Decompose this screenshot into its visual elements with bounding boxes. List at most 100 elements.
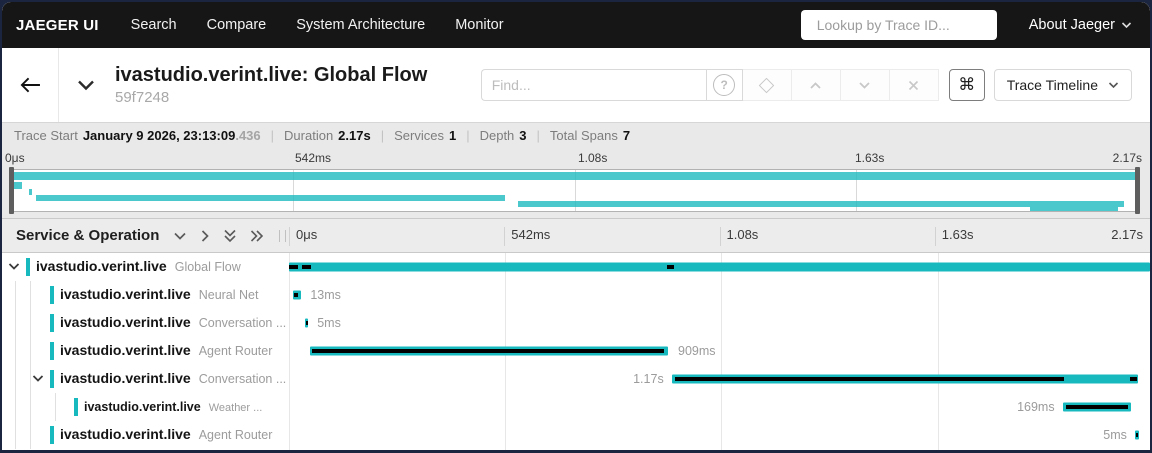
- ruler-tick: 1.63s: [855, 151, 884, 165]
- ruler-tick: 2.17s: [1113, 151, 1142, 165]
- trace-start-fraction: .436: [235, 128, 260, 143]
- span-name-cell[interactable]: ivastudio.verint.live Global Flow: [2, 253, 289, 281]
- span-color-bar: [74, 398, 78, 416]
- timeline-tick: 1.08s: [720, 227, 759, 246]
- trace-lookup-input[interactable]: [815, 16, 1000, 34]
- collapse-one-level-button[interactable]: [173, 231, 187, 241]
- span-duration-label: 909ms: [678, 344, 716, 358]
- focus-span-button[interactable]: [743, 69, 792, 101]
- span-operation-name: Conversation ...: [199, 372, 287, 386]
- span-table-header: Service & Operation 0μs 542ms 1.08s 1.63…: [2, 218, 1150, 253]
- diamond-icon: [759, 77, 775, 93]
- span-operation-name: Weather ...: [209, 402, 263, 414]
- span-service-name: ivastudio.verint.live: [36, 258, 167, 274]
- span-color-bar: [50, 286, 54, 304]
- span-rows: ivastudio.verint.liveGlobal Flowivastudi…: [2, 253, 1150, 450]
- span-name-cell[interactable]: ivastudio.verint.live Agent Router: [2, 421, 289, 449]
- span-duration-label: 5ms: [1103, 428, 1127, 442]
- trace-minimap[interactable]: [10, 169, 1139, 212]
- span-service-name: ivastudio.verint.live: [60, 314, 191, 330]
- span-operation-name: Agent Router: [199, 344, 273, 358]
- help-icon: ?: [713, 74, 735, 96]
- trace-title-bar: ivastudio.verint.live: Global Flow 59f72…: [2, 48, 1150, 122]
- span-operation-name: Global Flow: [175, 260, 241, 274]
- find-toolbar: ? ⌘ Trace Timeline: [481, 69, 1132, 101]
- trace-title: ivastudio.verint.live: Global Flow: [115, 64, 427, 87]
- minimap-span-bar: [36, 195, 505, 201]
- expand-all-button[interactable]: [250, 229, 264, 243]
- back-arrow-icon: [20, 76, 41, 94]
- span-duration-label: 13ms: [310, 288, 341, 302]
- double-chevron-right-icon: [250, 229, 264, 243]
- collapse-all-button[interactable]: [223, 229, 237, 243]
- keyboard-shortcuts-button[interactable]: ⌘: [949, 69, 985, 101]
- trace-view-select[interactable]: Trace Timeline: [994, 69, 1132, 101]
- nav-link-search[interactable]: Search: [131, 17, 177, 33]
- span-bar[interactable]: [289, 263, 1150, 272]
- critical-path-segment: [1136, 433, 1138, 437]
- service-operation-title: Service & Operation: [16, 227, 159, 244]
- span-color-bar: [50, 426, 54, 444]
- double-chevron-down-icon: [223, 229, 237, 243]
- span-row[interactable]: ivastudio.verint.liveNeural Net 13ms: [2, 281, 1150, 309]
- command-icon: ⌘: [958, 75, 975, 95]
- span-operation-name: Conversation ...: [199, 316, 287, 330]
- nav-link-monitor[interactable]: Monitor: [455, 17, 503, 33]
- span-row[interactable]: ivastudio.verint.liveAgent Router 909ms: [2, 337, 1150, 365]
- critical-path-segment: [294, 293, 298, 297]
- trace-start-label: Trace Start: [14, 128, 78, 143]
- minimap-left-drag-handle[interactable]: [9, 167, 14, 214]
- critical-path-segment: [289, 265, 298, 269]
- timeline-tick: 2.17s: [1111, 227, 1143, 242]
- span-row[interactable]: ivastudio.verint.liveWeather ...169ms: [2, 393, 1150, 421]
- span-operation-name: Agent Router: [199, 428, 273, 442]
- collapse-trace-header-button[interactable]: [59, 48, 113, 122]
- total-spans-value: 7: [623, 128, 630, 143]
- depth-label: Depth: [480, 128, 515, 143]
- span-timeline-track: 1.17s: [289, 365, 1150, 393]
- minimap-span-bar: [11, 172, 1138, 180]
- ruler-tick: 542ms: [295, 151, 331, 165]
- span-color-bar: [50, 342, 54, 360]
- nav-link-system-architecture[interactable]: System Architecture: [296, 17, 425, 33]
- span-expander-icon[interactable]: [32, 375, 44, 384]
- span-name-cell[interactable]: ivastudio.verint.liveNeural Net: [2, 281, 289, 309]
- span-name-cell[interactable]: ivastudio.verint.liveWeather ...: [2, 393, 289, 421]
- prev-result-button[interactable]: [792, 69, 841, 101]
- about-jaeger-menu[interactable]: About Jaeger: [1029, 17, 1132, 33]
- chevron-down-icon: [1121, 21, 1132, 29]
- minimap-span-bar: [14, 182, 22, 189]
- span-name-cell[interactable]: ivastudio.verint.live Conversation ...: [2, 309, 289, 337]
- span-row[interactable]: ivastudio.verint.live Agent Router 5ms: [2, 421, 1150, 449]
- span-name-cell[interactable]: ivastudio.verint.liveAgent Router: [2, 337, 289, 365]
- depth-value: 3: [519, 128, 526, 143]
- timeline-tick: 0μs: [289, 227, 317, 246]
- span-expander-icon[interactable]: [8, 263, 20, 272]
- span-color-bar: [50, 314, 54, 332]
- ruler-tick: 1.08s: [578, 151, 607, 165]
- minimap-right-drag-handle[interactable]: [1135, 167, 1140, 214]
- back-button[interactable]: [2, 48, 59, 122]
- span-service-name: ivastudio.verint.live: [60, 426, 191, 442]
- next-result-button[interactable]: [841, 69, 890, 101]
- jaeger-logo[interactable]: JAEGER UI: [16, 17, 99, 34]
- duration-label: Duration: [284, 128, 333, 143]
- find-input[interactable]: [481, 69, 706, 101]
- service-operation-header-cell: Service & Operation: [2, 219, 289, 252]
- column-resize-handle[interactable]: [279, 230, 286, 242]
- chevron-down-icon: [173, 231, 187, 241]
- span-row[interactable]: ivastudio.verint.live Global Flow: [2, 253, 1150, 281]
- timeline-header: 0μs 542ms 1.08s 1.63s 2.17s: [289, 219, 1150, 252]
- nav-link-compare[interactable]: Compare: [207, 17, 267, 33]
- duration-value: 2.17s: [338, 128, 371, 143]
- span-name-cell[interactable]: ivastudio.verint.liveConversation ...: [2, 365, 289, 393]
- find-help-button[interactable]: ?: [706, 69, 743, 101]
- clear-search-button[interactable]: [890, 69, 939, 101]
- span-row[interactable]: ivastudio.verint.liveConversation ...1.1…: [2, 365, 1150, 393]
- timeline-tick: 542ms: [504, 227, 550, 246]
- expand-one-level-button[interactable]: [200, 229, 210, 243]
- top-nav: JAEGER UI Search Compare System Architec…: [2, 2, 1150, 48]
- chevron-down-icon: [76, 79, 96, 91]
- span-row[interactable]: ivastudio.verint.liveConversation ...5ms: [2, 309, 1150, 337]
- trace-lookup-box[interactable]: [801, 10, 997, 40]
